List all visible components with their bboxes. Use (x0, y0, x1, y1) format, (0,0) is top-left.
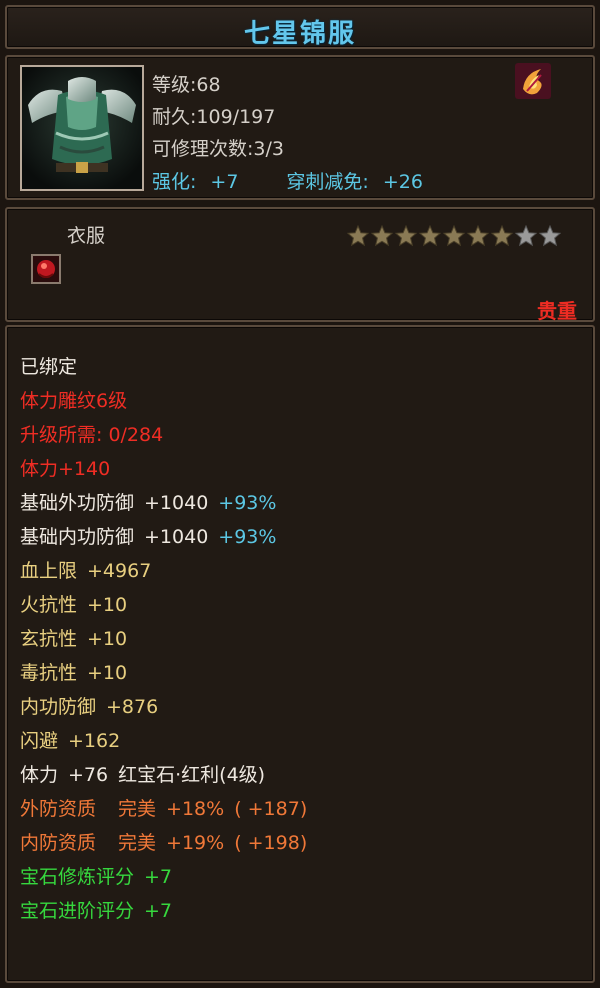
item-tooltip: 七星锦服 等级:68 耐久:109/197 可修理次数:3/3 强化: +7 穿… (0, 0, 600, 988)
dodge: 闪避 +162 (20, 729, 120, 753)
attr-value: +1040 (144, 526, 209, 548)
attr-value: +1040 (144, 492, 209, 514)
item-name: 七星锦服 (243, 19, 356, 49)
attr-value: +7 (144, 866, 173, 888)
gem-advance-score: 宝石进阶评分 +7 (20, 899, 172, 923)
item-type: 衣服 (67, 225, 106, 247)
rarity-label: 贵重 (537, 299, 577, 323)
inner-quality: 内防资质 完美 +19% ( +198) (20, 831, 307, 855)
item-type-panel: 衣服 贵重 (5, 207, 595, 323)
attr-label: 闪避 (20, 730, 59, 752)
attr-label: 基础外功防御 (20, 492, 135, 514)
star-icon (346, 224, 370, 247)
pierce-reduction-label: 穿刺减免: (286, 171, 369, 193)
enhance-value: +7 (210, 171, 239, 193)
upgrade-requirement: 升级所需: 0/284 (20, 424, 164, 446)
star-icon (538, 224, 562, 247)
attr-value: +876 (106, 696, 159, 718)
gem-bonus-line: 体力 +76 红宝石·红利(4级) (20, 763, 265, 787)
quality-bonus: ( +187) (234, 798, 308, 820)
flame-skill-icon (515, 63, 551, 99)
gem-name: 红宝石·红利(4级) (118, 764, 266, 786)
attr-label: 毒抗性 (20, 662, 78, 684)
fire-resistance: 火抗性 +10 (20, 593, 127, 617)
item-header: 等级:68 耐久:109/197 可修理次数:3/3 强化: +7 穿刺减免: +26 (5, 55, 595, 200)
attr-value: +10 (87, 628, 128, 650)
title-bar: 七星锦服 (5, 5, 595, 49)
attr-label: 血上限 (20, 560, 78, 582)
quality-percent: +19% (166, 832, 225, 854)
engrave-line: 体力雕纹6级 (20, 390, 128, 412)
star-icon (418, 224, 442, 247)
attr-percent: +93% (218, 492, 277, 514)
item-repair-count: 可修理次数:3/3 (152, 138, 284, 160)
quality-grade: 完美 (118, 798, 157, 820)
item-level: 等级:68 (152, 74, 221, 96)
armor-icon (20, 65, 144, 191)
enhance-row: 强化: +7 穿刺减免: +26 (152, 167, 423, 194)
base-inner-defense: 基础内功防御 +1040 +93% (20, 525, 276, 549)
attr-value: +10 (87, 594, 128, 616)
enhance-label: 强化: (152, 171, 197, 193)
quality-bonus: ( +198) (234, 832, 308, 854)
quality-percent: +18% (166, 798, 225, 820)
hp-max: 血上限 +4967 (20, 559, 151, 583)
star-icon (466, 224, 490, 247)
attr-label: 体力 (20, 764, 59, 786)
dark-resistance: 玄抗性 +10 (20, 627, 127, 651)
inner-defense: 内功防御 +876 (20, 695, 158, 719)
star-icon (394, 224, 418, 247)
base-outer-defense: 基础外功防御 +1040 +93% (20, 491, 276, 515)
star-icon (514, 224, 538, 247)
attr-label: 内功防御 (20, 696, 97, 718)
star-icon (442, 224, 466, 247)
gem-refine-score: 宝石修炼评分 +7 (20, 865, 172, 889)
attr-percent: +93% (218, 526, 277, 548)
attr-label: 宝石修炼评分 (20, 866, 135, 888)
attr-value: +7 (144, 900, 173, 922)
pierce-reduction-value: +26 (382, 171, 423, 193)
attr-value: +4967 (87, 560, 152, 582)
attr-value: +10 (87, 662, 128, 684)
quality-grade: 完美 (118, 832, 157, 854)
attr-label: 外防资质 (20, 798, 97, 820)
attr-value: +76 (68, 764, 109, 786)
bound-status: 已绑定 (20, 356, 78, 378)
attr-label: 内防资质 (20, 832, 97, 854)
attr-label: 宝石进阶评分 (20, 900, 135, 922)
poison-resistance: 毒抗性 +10 (20, 661, 127, 685)
star-icon (370, 224, 394, 247)
outer-quality: 外防资质 完美 +18% ( +187) (20, 797, 307, 821)
star-icon (490, 224, 514, 247)
attr-label: 基础内功防御 (20, 526, 135, 548)
ruby-gem-icon (31, 254, 61, 284)
stamina-bonus: 体力+140 (20, 458, 111, 480)
attr-label: 玄抗性 (20, 628, 78, 650)
attr-label: 火抗性 (20, 594, 78, 616)
attr-value: +162 (68, 730, 121, 752)
attribute-panel: 已绑定 体力雕纹6级 升级所需: 0/284 体力+140 基础外功防御 +104… (5, 325, 595, 983)
item-durability: 耐久:109/197 (152, 106, 276, 128)
